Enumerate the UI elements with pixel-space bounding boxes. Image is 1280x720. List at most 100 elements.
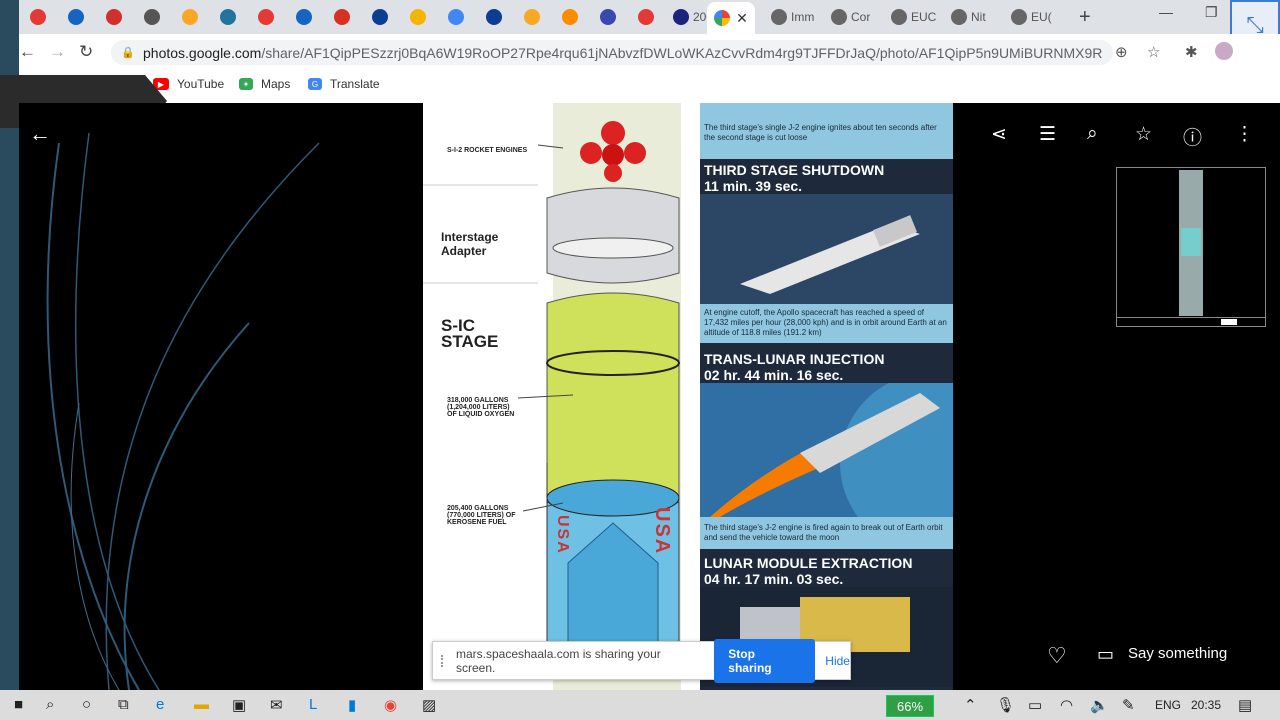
url-path: /share/AF1QipPESzzrj0BqA6W19RoOP27Rpe4rq… bbox=[261, 44, 1103, 61]
back-button[interactable]: ← bbox=[19, 42, 36, 62]
back-arrow-icon[interactable]: ← bbox=[29, 121, 51, 147]
phone-icon[interactable]: ▮ bbox=[348, 696, 356, 714]
star-icon[interactable]: ☆ bbox=[1147, 43, 1160, 61]
world-icon bbox=[891, 9, 907, 25]
more-options-icon[interactable]: ⋮ bbox=[1235, 123, 1254, 146]
browser-tab[interactable] bbox=[209, 4, 247, 30]
browser-tab[interactable] bbox=[627, 4, 665, 30]
share-icon[interactable]: ⋖ bbox=[991, 123, 1007, 146]
store-icon[interactable]: ▣ bbox=[232, 696, 246, 714]
search-icon[interactable]: ⌕ bbox=[46, 696, 54, 713]
maps-icon: ✦ bbox=[239, 78, 253, 90]
record-icon bbox=[638, 9, 654, 25]
browser-tab[interactable] bbox=[19, 4, 57, 30]
browser-tab-bar: 200 ✕ Imm Cor EUC Nit EU( + — ❐ bbox=[19, 0, 1280, 34]
comment-icon[interactable]: ▭ bbox=[1097, 644, 1114, 665]
language-indicator[interactable]: ENG bbox=[1155, 698, 1181, 712]
hide-button[interactable]: Hide bbox=[825, 654, 850, 668]
bookmark-maps[interactable]: ✦ Maps bbox=[239, 77, 290, 91]
panel-trans-lunar: TRANS-LUNAR INJECTION 02 hr. 44 min. 16 … bbox=[700, 343, 953, 553]
add-bookmark-icon[interactable]: ⊕ bbox=[1115, 43, 1128, 61]
cortana-icon[interactable]: ○ bbox=[82, 696, 91, 713]
task-view-icon[interactable]: ⧉ bbox=[118, 696, 129, 713]
browser-tab[interactable] bbox=[589, 4, 627, 30]
forward-button[interactable]: → bbox=[49, 42, 66, 62]
say-something-button[interactable]: Say something bbox=[1128, 645, 1227, 662]
extensions-icon[interactable]: ✱ bbox=[1185, 43, 1198, 61]
url-text: photos.google.com/share/AF1QipPESzzrj0Bq… bbox=[143, 45, 1103, 61]
minimap-highlight bbox=[1181, 228, 1201, 256]
nasa-icon bbox=[486, 9, 502, 25]
stop-sharing-button[interactable]: Stop sharing bbox=[714, 638, 816, 683]
world-icon bbox=[144, 9, 160, 25]
google-photos-icon bbox=[714, 10, 731, 26]
l-app-icon[interactable]: L bbox=[309, 696, 317, 713]
tab-title: Imm bbox=[791, 10, 815, 24]
mic-icon[interactable]: 🎙 bbox=[996, 696, 1015, 714]
browser-tab[interactable] bbox=[361, 4, 399, 30]
panel-title: TRANS-LUNAR INJECTION bbox=[704, 351, 885, 367]
zoom-icon[interactable]: ⌕ bbox=[1087, 123, 1098, 145]
bookmarks-bar: ▶ YouTube ✦ Maps G Translate bbox=[19, 70, 1280, 104]
browser-tab[interactable] bbox=[551, 4, 589, 30]
browser-tab[interactable] bbox=[95, 4, 133, 30]
rocket-infographic: S-I-2 ROCKET ENGINES Interstage Adapter … bbox=[423, 103, 953, 690]
trans-lunar-image bbox=[700, 383, 953, 517]
browser-tab[interactable] bbox=[399, 4, 437, 30]
browser-tab[interactable] bbox=[247, 4, 285, 30]
browser-tab[interactable]: Nit bbox=[943, 4, 1005, 30]
panel-time: 04 hr. 17 min. 03 sec. bbox=[704, 571, 844, 587]
pen-icon[interactable]: ✎ bbox=[1122, 696, 1135, 714]
edge-taskbar-icon[interactable]: e bbox=[156, 696, 164, 713]
volume-icon[interactable]: 🔈 bbox=[1090, 696, 1109, 714]
panel-time: 11 min. 39 sec. bbox=[704, 178, 803, 194]
battery-indicator[interactable]: 66% bbox=[886, 695, 934, 717]
browser-tab[interactable] bbox=[133, 4, 171, 30]
wifi-icon[interactable]: ◠ bbox=[1060, 696, 1073, 714]
restore-button[interactable]: ❐ bbox=[1205, 4, 1218, 21]
minimap-navigator[interactable] bbox=[1116, 167, 1266, 327]
browser-tab[interactable]: EU( bbox=[1003, 4, 1065, 30]
decorative-curves bbox=[46, 132, 320, 690]
browser-tab[interactable] bbox=[171, 4, 209, 30]
info-icon[interactable]: ⓘ bbox=[1183, 123, 1202, 150]
drag-handle-icon[interactable] bbox=[441, 654, 446, 667]
new-tab-button[interactable]: + bbox=[1079, 6, 1091, 29]
chrome-taskbar-icon[interactable]: ◉ bbox=[384, 696, 397, 714]
minimap-scroll-knob[interactable] bbox=[1221, 319, 1237, 325]
favorite-star-icon[interactable]: ☆ bbox=[1135, 123, 1152, 146]
photos-taskbar-icon[interactable]: ▨ bbox=[422, 696, 436, 714]
mail-taskbar-icon[interactable]: ✉ bbox=[270, 696, 283, 714]
minimap-scrollbar[interactable] bbox=[1117, 317, 1265, 326]
reload-button[interactable]: ↻ bbox=[79, 42, 93, 62]
chat-icon bbox=[30, 9, 46, 25]
file-explorer-icon[interactable]: ▬ bbox=[194, 696, 209, 713]
browser-tab[interactable]: EUC bbox=[883, 4, 945, 30]
notifications-icon[interactable]: ▤ bbox=[1238, 696, 1252, 714]
panel-title: LUNAR MODULE EXTRACTION bbox=[704, 555, 913, 571]
address-bar[interactable]: 🔒 photos.google.com/share/AF1QipPESzzrj0… bbox=[111, 40, 1113, 65]
browser-tab[interactable]: Imm bbox=[763, 4, 825, 30]
wordpress-icon bbox=[220, 9, 236, 25]
minimize-button[interactable]: — bbox=[1159, 4, 1173, 20]
browser-tab[interactable] bbox=[323, 4, 361, 30]
show-hidden-icons[interactable]: ⌃ bbox=[964, 696, 977, 714]
browser-tab[interactable] bbox=[285, 4, 323, 30]
edit-adjust-icon[interactable]: ☰ bbox=[1039, 123, 1056, 146]
browser-tab[interactable]: Cor bbox=[823, 4, 885, 30]
battery-icon[interactable]: ▭ bbox=[1028, 696, 1042, 714]
clock[interactable]: 20:35 bbox=[1191, 698, 1221, 712]
browser-tab[interactable] bbox=[437, 4, 475, 30]
google-icon bbox=[951, 9, 967, 25]
bookmark-label: Translate bbox=[330, 77, 380, 91]
translate-icon: G bbox=[308, 78, 322, 90]
bookmark-translate[interactable]: G Translate bbox=[308, 77, 380, 91]
browser-tab[interactable] bbox=[475, 4, 513, 30]
browser-tab[interactable] bbox=[513, 4, 551, 30]
profile-avatar[interactable] bbox=[1215, 42, 1233, 60]
tab-google-photos[interactable]: ✕ bbox=[707, 2, 755, 34]
start-icon[interactable]: ■ bbox=[14, 696, 23, 713]
heart-icon[interactable]: ♡ bbox=[1047, 643, 1067, 669]
browser-tab[interactable] bbox=[57, 4, 95, 30]
close-tab-icon[interactable]: ✕ bbox=[736, 10, 748, 27]
